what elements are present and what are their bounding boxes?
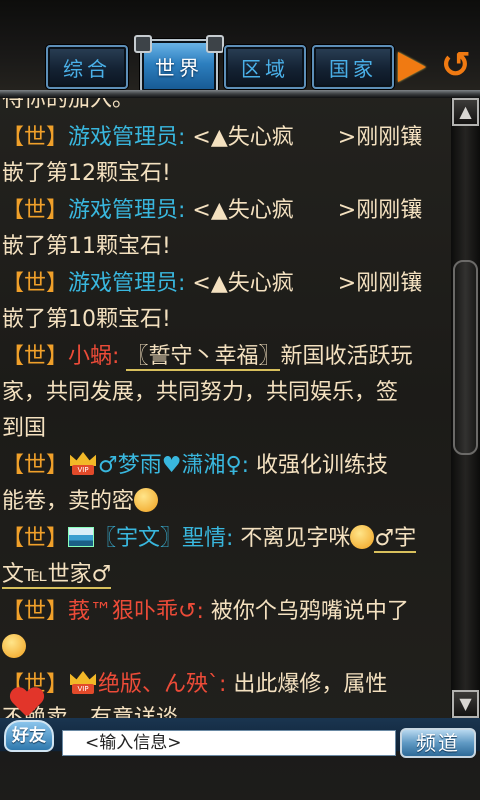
sender-name: 小蜗:: [68, 344, 120, 369]
heart-icon: [10, 688, 44, 718]
chat-line-partial: 待你的加入。: [2, 98, 135, 112]
channel-button[interactable]: 频道: [400, 728, 476, 758]
chat-message: 【世】小蜗: 〖誓守丶幸福〗新国收活跃玩: [2, 344, 413, 371]
smiley-icon: [134, 488, 159, 512]
sender-name: 绝版、ん殃ˋ:: [98, 672, 227, 697]
chat-screen: 综合 世界 区域 国家 ↺ 待你的加入。 【世】游戏管理员: <▲失心疯 >刚刚…: [0, 0, 480, 800]
vip-crown-icon: VIP: [68, 669, 98, 697]
scrollbar-thumb[interactable]: [453, 260, 478, 455]
sender-name: 游戏管理员:: [68, 271, 186, 296]
divider: [0, 90, 480, 98]
chat-message-cont: 家，共同发展，共同努力，共同娱乐，签: [2, 380, 399, 405]
scroll-down-button[interactable]: ▼: [452, 690, 479, 718]
chat-message: 【世】莪™狠卟乖↺: 被你个乌鸦嘴说中了: [2, 599, 409, 624]
sender-name: 游戏管理员:: [68, 198, 186, 223]
chat-message: 【世】游戏管理员: <▲失心疯 >刚刚镶: [2, 198, 423, 223]
chat-message: 【世】游戏管理员: <▲失心疯 >刚刚镶: [2, 271, 423, 296]
surprised-face-icon: [2, 634, 26, 658]
badge-icon: [68, 527, 95, 547]
tab-country[interactable]: 国家: [312, 45, 394, 89]
vip-crown-icon: VIP: [68, 450, 98, 478]
scroll-up-button[interactable]: ▲: [452, 98, 479, 126]
chat-log: 待你的加入。 【世】游戏管理员: <▲失心疯 >刚刚镶 嵌了第12颗宝石! 【世…: [0, 98, 450, 718]
chat-message: 【世】 〖宇文〗聖情: 不离见字咪 ♂宇: [2, 525, 417, 553]
chat-message-cont: 到国: [2, 416, 47, 441]
chat-message: 【世】游戏管理员: <▲失心疯 >刚刚镶: [2, 125, 423, 150]
friends-button[interactable]: 好友: [4, 720, 54, 752]
tab-region[interactable]: 区域: [224, 45, 306, 89]
chat-message: 【世】 VIP ♂梦雨♥潇湘♀: 收强化训练技: [2, 448, 388, 484]
sender-name: 游戏管理员:: [68, 125, 186, 150]
tab-general[interactable]: 综合: [46, 45, 128, 89]
chat-message-cont: 文℡世家♂: [2, 557, 112, 593]
chat-message: 【世】 VIP 绝版、ん殃ˋ: 出此爆修，属性: [2, 667, 387, 703]
chat-message-cont: 嵌了第11颗宝石!: [2, 234, 171, 259]
sender-name: ♂梦雨♥潇湘♀:: [98, 453, 249, 478]
back-icon[interactable]: ↺: [436, 46, 476, 86]
crying-face-icon: [350, 525, 375, 549]
chat-message-cont: [2, 630, 26, 666]
message-input[interactable]: <输入信息>: [62, 730, 396, 756]
chat-message-cont: 能卷，卖的密: [2, 484, 159, 520]
guild-link[interactable]: ♂宇: [374, 526, 417, 553]
chat-message-cont: 嵌了第12颗宝石!: [2, 161, 171, 186]
sender-name: 莪™狠卟乖↺:: [68, 599, 204, 624]
sender-name: 〖宇文〗聖情:: [94, 526, 234, 551]
next-tab-arrow-icon[interactable]: [398, 52, 426, 82]
chat-message-cont: 嵌了第10颗宝石!: [2, 307, 171, 332]
tab-world[interactable]: 世界: [134, 35, 224, 93]
guild-link[interactable]: 文℡世家♂: [2, 562, 112, 589]
guild-link[interactable]: 〖誓守丶幸福〗: [126, 344, 281, 371]
